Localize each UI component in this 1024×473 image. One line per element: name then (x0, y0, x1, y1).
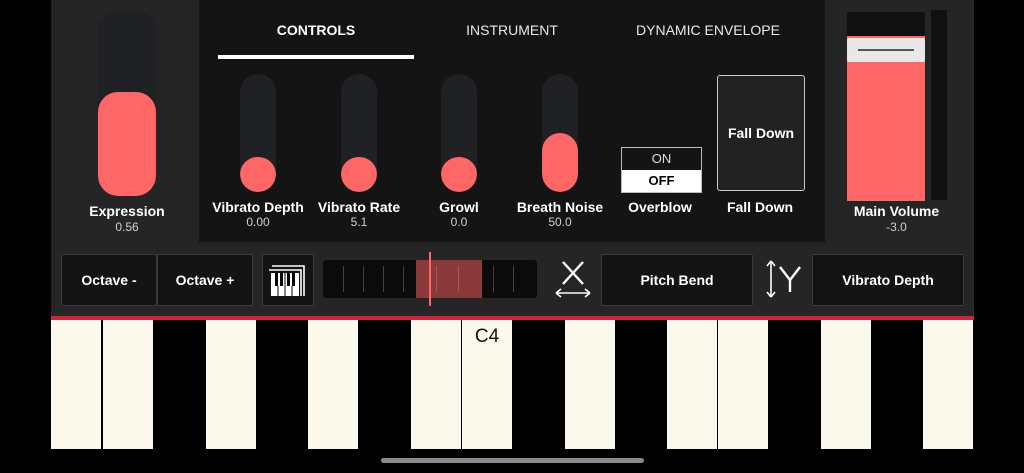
pitch-strip-tick (403, 266, 404, 292)
tab-controls[interactable]: CONTROLS (218, 22, 414, 38)
piano-key-white[interactable] (411, 320, 461, 449)
piano-key-c4[interactable]: C4 (462, 320, 512, 449)
overblow-off-option[interactable]: OFF (622, 170, 701, 192)
piano-key-white[interactable] (206, 320, 256, 449)
main-volume-label: Main Volume (853, 203, 940, 219)
pitch-bend-strip[interactable] (323, 260, 537, 298)
pitch-strip-tick (436, 266, 437, 292)
growl-label: Growl (439, 199, 479, 215)
octave-down-label: Octave - (81, 272, 137, 288)
pitch-strip-indicator (429, 260, 431, 298)
vibrato-depth-slider-fill (240, 157, 276, 192)
vibrato-depth-label: Vibrato Depth (212, 199, 304, 215)
piano-key-white[interactable] (308, 320, 358, 449)
overblow-label: Overblow (628, 199, 692, 215)
piano-key-white[interactable] (821, 320, 871, 449)
octave-up-button[interactable]: Octave + (157, 254, 253, 306)
growl-slider-fill (441, 157, 477, 192)
expression-label: Expression (89, 203, 165, 219)
pitch-strip-window[interactable] (416, 260, 482, 298)
overblow-on-option[interactable]: ON (622, 148, 701, 169)
piano-key-white[interactable] (103, 320, 153, 449)
x-axis-assignment-button[interactable]: Pitch Bend (601, 254, 753, 306)
breath-noise-value: 50.0 (548, 215, 572, 229)
piano-key-white[interactable] (667, 320, 717, 449)
piano-key-white[interactable] (923, 320, 973, 449)
y-axis-icon (766, 260, 801, 298)
y-axis-assignment-label: Vibrato Depth (842, 272, 934, 288)
pitch-strip-tick (513, 266, 514, 292)
fall-down-label: Fall Down (726, 199, 794, 215)
pitch-strip-tick (343, 266, 344, 292)
breath-noise-slider[interactable] (542, 74, 578, 192)
breath-noise-slider-fill (542, 133, 578, 192)
vibrato-rate-label: Vibrato Rate (317, 199, 401, 215)
overblow-toggle[interactable]: ON OFF (621, 147, 702, 193)
piano-key-white[interactable] (718, 320, 768, 449)
pitch-strip-tick (493, 266, 494, 292)
tab-instrument[interactable]: INSTRUMENT (414, 22, 610, 38)
vibrato-rate-slider-fill (341, 157, 377, 192)
keyboard-layout-button[interactable] (262, 254, 314, 306)
octave-up-label: Octave + (175, 272, 235, 288)
y-axis-assignment-button[interactable]: Vibrato Depth (812, 254, 964, 306)
main-volume-thumb[interactable] (847, 38, 925, 62)
home-indicator[interactable] (381, 458, 644, 463)
piano-key-white[interactable] (565, 320, 615, 449)
pitch-strip-tick (383, 266, 384, 292)
tab-dynamic-envelope[interactable]: DYNAMIC ENVELOPE (610, 22, 806, 38)
vibrato-rate-slider[interactable] (341, 74, 377, 192)
octave-down-button[interactable]: Octave - (61, 254, 157, 306)
piano-keyboard: C4 (51, 320, 974, 449)
x-axis-assignment-label: Pitch Bend (640, 272, 714, 288)
pitch-strip-indicator-top (429, 252, 431, 260)
expression-slider-fill (98, 92, 156, 196)
fall-down-button-label: Fall Down (727, 125, 795, 141)
pitch-strip-indicator-bottom (429, 298, 431, 306)
pitch-strip-tick (363, 266, 364, 292)
pitch-strip-tick (458, 266, 459, 292)
piano-keys-icon (269, 265, 305, 296)
vibrato-depth-value: 0.00 (246, 215, 270, 229)
vibrato-rate-value: 5.1 (350, 215, 368, 229)
piano-key-white[interactable] (51, 320, 101, 449)
growl-value: 0.0 (450, 215, 468, 229)
active-tab-indicator (218, 55, 414, 59)
x-axis-icon (555, 261, 591, 298)
growl-slider[interactable] (441, 74, 477, 192)
vibrato-depth-slider[interactable] (240, 74, 276, 192)
expression-slider[interactable] (98, 11, 156, 196)
breath-noise-label: Breath Noise (516, 199, 604, 215)
expression-value: 0.56 (115, 220, 139, 234)
fall-down-button[interactable]: Fall Down (717, 75, 805, 191)
main-volume-value: -3.0 (886, 220, 907, 234)
main-volume-meter (931, 10, 947, 200)
c4-label: C4 (474, 326, 500, 347)
